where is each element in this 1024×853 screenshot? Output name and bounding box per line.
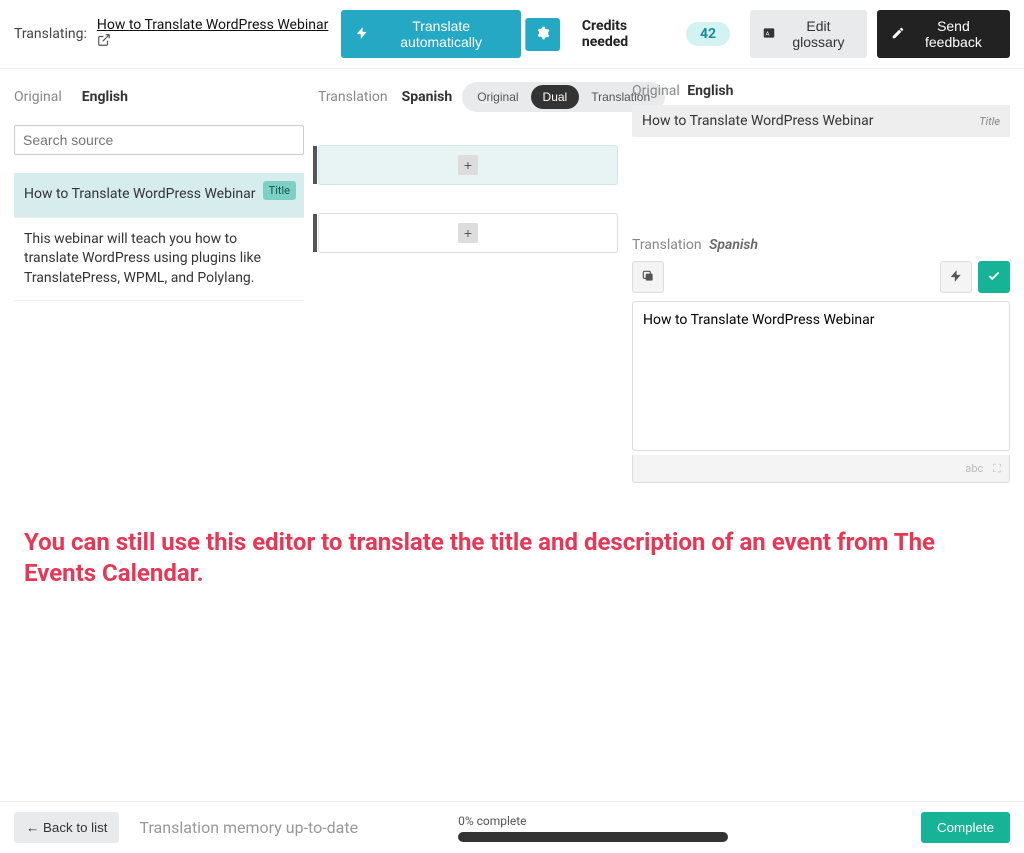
translation-label: Translation — [318, 89, 388, 105]
top-header: Translating: How to Translate WordPress … — [0, 0, 1024, 69]
glossary-icon: A — [762, 26, 776, 43]
translation-slot[interactable]: + — [318, 145, 618, 185]
check-icon — [987, 269, 1001, 286]
translation-footer: abc ⛶ — [632, 455, 1010, 483]
detail-original-label: Original — [632, 83, 680, 99]
translate-automatically-button[interactable]: Translate automatically — [341, 10, 521, 58]
progress-section: 0% complete — [458, 814, 728, 842]
translation-lang: Spanish — [402, 89, 453, 105]
view-original-button[interactable]: Original — [465, 85, 530, 109]
add-translation-button[interactable]: + — [458, 155, 478, 175]
translating-label: Translating: — [14, 26, 87, 42]
copy-icon — [641, 269, 655, 286]
segment-text: This webinar will teach you how to trans… — [24, 231, 261, 286]
translation-toolbar — [632, 261, 1010, 293]
bolt-icon — [949, 269, 963, 286]
edit-glossary-label: Edit glossary — [782, 18, 855, 50]
view-dual-button[interactable]: Dual — [531, 85, 580, 109]
gear-icon — [536, 26, 550, 43]
confirm-translation-button[interactable] — [978, 261, 1010, 293]
credits-needed-label: Credits needed — [582, 18, 670, 50]
translate-settings-button[interactable] — [525, 18, 560, 51]
source-column: Original English How to Translate WordPr… — [14, 83, 304, 483]
original-text-tag: Title — [979, 115, 1000, 128]
bolt-icon — [355, 26, 369, 43]
target-column: Translation Spanish Original Dual Transl… — [318, 83, 618, 483]
back-to-list-button[interactable]: ← Back to list — [14, 812, 119, 843]
add-translation-button[interactable]: + — [458, 223, 478, 243]
segment-item[interactable]: How to Translate WordPress Webinar Title — [14, 173, 304, 218]
send-feedback-label: Send feedback — [911, 18, 996, 50]
detail-original-lang: English — [687, 83, 733, 99]
original-label: Original — [14, 89, 62, 105]
pencil-icon — [891, 26, 905, 43]
translating-title-text: How to Translate WordPress Webinar — [97, 17, 328, 33]
external-link-icon — [97, 36, 111, 50]
original-text-row: How to Translate WordPress Webinar Title — [632, 105, 1010, 137]
progress-bar — [458, 832, 728, 842]
copy-source-button[interactable] — [632, 261, 664, 293]
segment-item[interactable]: This webinar will teach you how to trans… — [14, 218, 304, 302]
translating-title-link[interactable]: How to Translate WordPress Webinar — [97, 17, 331, 51]
machine-translate-button[interactable] — [940, 261, 972, 293]
credits-needed-value: 42 — [686, 22, 730, 46]
original-text: How to Translate WordPress Webinar — [642, 113, 873, 129]
progress-label: 0% complete — [458, 814, 728, 828]
search-source-input[interactable] — [14, 125, 304, 155]
complete-button[interactable]: Complete — [921, 812, 1010, 843]
segment-badge: Title — [263, 181, 296, 200]
active-marker — [313, 146, 317, 184]
expand-icon[interactable]: ⛶ — [993, 462, 1001, 476]
send-feedback-button[interactable]: Send feedback — [877, 10, 1010, 58]
spellcheck-icon[interactable]: abc — [965, 462, 983, 475]
detail-translation-label: Translation — [632, 237, 702, 253]
translation-slot[interactable]: + — [318, 213, 618, 253]
original-lang: English — [82, 89, 128, 105]
translation-textarea[interactable] — [632, 301, 1010, 451]
main-panel: Original English How to Translate WordPr… — [0, 69, 1024, 497]
callout-text: You can still use this editor to transla… — [0, 527, 1024, 589]
svg-text:A: A — [766, 31, 770, 37]
translation-memory-status: Translation memory up-to-date — [139, 818, 358, 837]
edit-glossary-button[interactable]: A Edit glossary — [750, 10, 867, 58]
translate-auto-label: Translate automatically — [375, 18, 507, 50]
bottom-footer: ← Back to list Translation memory up-to-… — [0, 801, 1024, 853]
detail-translation-lang: Spanish — [709, 237, 758, 253]
segment-text: How to Translate WordPress Webinar — [24, 186, 255, 202]
active-marker — [313, 214, 317, 252]
detail-column: Original English How to Translate WordPr… — [632, 83, 1010, 483]
